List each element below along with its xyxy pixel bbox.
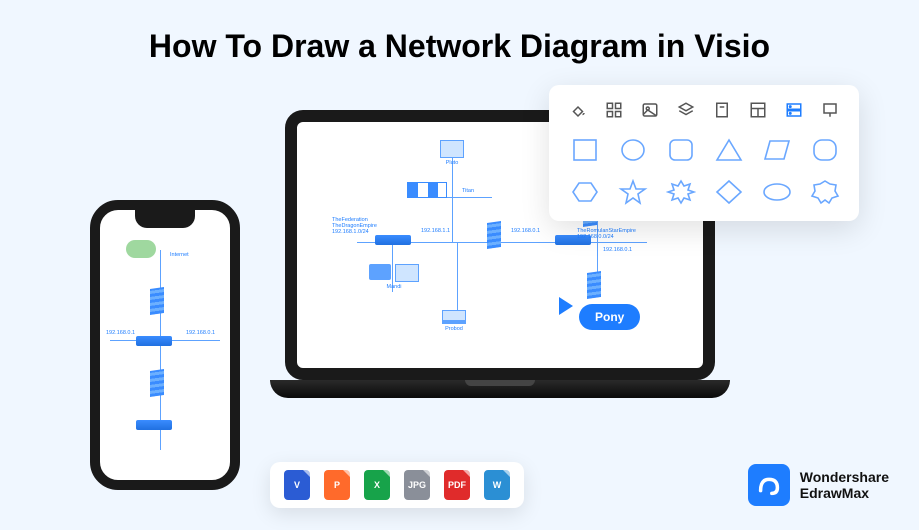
file-jpg-icon[interactable]: JPG (404, 470, 430, 500)
monitor-icon (395, 264, 419, 282)
brand-block: Wondershare EdrawMax (748, 464, 889, 506)
printer-icon (369, 264, 391, 280)
toolbar-panel (549, 85, 859, 221)
apps-icon[interactable] (603, 99, 625, 121)
shape-seal[interactable] (807, 177, 843, 207)
file-word-icon[interactable]: W (484, 470, 510, 500)
shape-rounded-square[interactable] (663, 135, 699, 165)
node-label: Internet (170, 252, 189, 258)
ip-label: 192.168.0.1 (603, 247, 632, 253)
table-icon (407, 182, 447, 198)
cloud-icon (126, 240, 156, 258)
router-icon (136, 336, 172, 346)
router-icon (136, 420, 172, 430)
server-icon (150, 287, 164, 315)
shape-parallelogram[interactable] (759, 135, 795, 165)
shapes-grid (567, 135, 841, 207)
node-label: Pluto (440, 160, 464, 166)
ip-label: 192.168.0.1 (186, 330, 215, 336)
ip-label: 192.168.0.1 (511, 228, 540, 234)
node-label: Titan (462, 188, 474, 194)
phone-mockup: Internet 192.168.0.1 192.168.0.1 (90, 200, 240, 490)
router-icon (375, 235, 411, 245)
laptop-base (270, 380, 730, 398)
shape-hexagon[interactable] (567, 177, 603, 207)
laptop-icon (442, 310, 466, 324)
pin-icon[interactable] (819, 99, 841, 121)
file-visio-icon[interactable]: V (284, 470, 310, 500)
file-excel-icon[interactable]: X (364, 470, 390, 500)
file-pdf-icon[interactable]: PDF (444, 470, 470, 500)
toolbar-row (567, 99, 841, 121)
brand-line2: EdrawMax (800, 485, 889, 501)
shape-rounded-rect[interactable] (807, 135, 843, 165)
node-label: TheFederation TheDragonEmpire 192.168.1.… (332, 217, 377, 235)
file-ppt-icon[interactable]: P (324, 470, 350, 500)
brand-logo-icon (748, 464, 790, 506)
shape-star[interactable] (615, 177, 651, 207)
ip-label: 192.168.0.1 (106, 330, 135, 336)
image-icon[interactable] (639, 99, 661, 121)
shape-circle[interactable] (615, 135, 651, 165)
server-icon (150, 369, 164, 397)
layers-icon[interactable] (675, 99, 697, 121)
node-label: Probod (442, 326, 466, 332)
shape-triangle[interactable] (711, 135, 747, 165)
node-label: Mandi (369, 284, 419, 290)
brand-text: Wondershare EdrawMax (800, 469, 889, 501)
pony-badge: Pony (579, 304, 640, 330)
pc-icon (440, 140, 464, 158)
file-format-row: V P X JPG PDF W (270, 462, 524, 508)
layout-icon[interactable] (747, 99, 769, 121)
server-icon (587, 271, 601, 299)
page-icon[interactable] (711, 99, 733, 121)
fill-icon[interactable] (567, 99, 589, 121)
network-diagram-phone: Internet 192.168.0.1 192.168.0.1 (100, 210, 230, 480)
shape-square[interactable] (567, 135, 603, 165)
shape-diamond[interactable] (711, 177, 747, 207)
cursor-icon (559, 297, 573, 315)
storage-icon[interactable] (783, 99, 805, 121)
page-title: How To Draw a Network Diagram in Visio (0, 0, 919, 65)
ip-label: 192.168.1.1 (421, 228, 450, 234)
shape-ellipse[interactable] (759, 177, 795, 207)
node-label: TheRomulanStarEmpire 192.168.0.0/24 (577, 228, 636, 240)
brand-line1: Wondershare (800, 469, 889, 485)
server-icon (487, 221, 501, 249)
shape-burst[interactable] (663, 177, 699, 207)
